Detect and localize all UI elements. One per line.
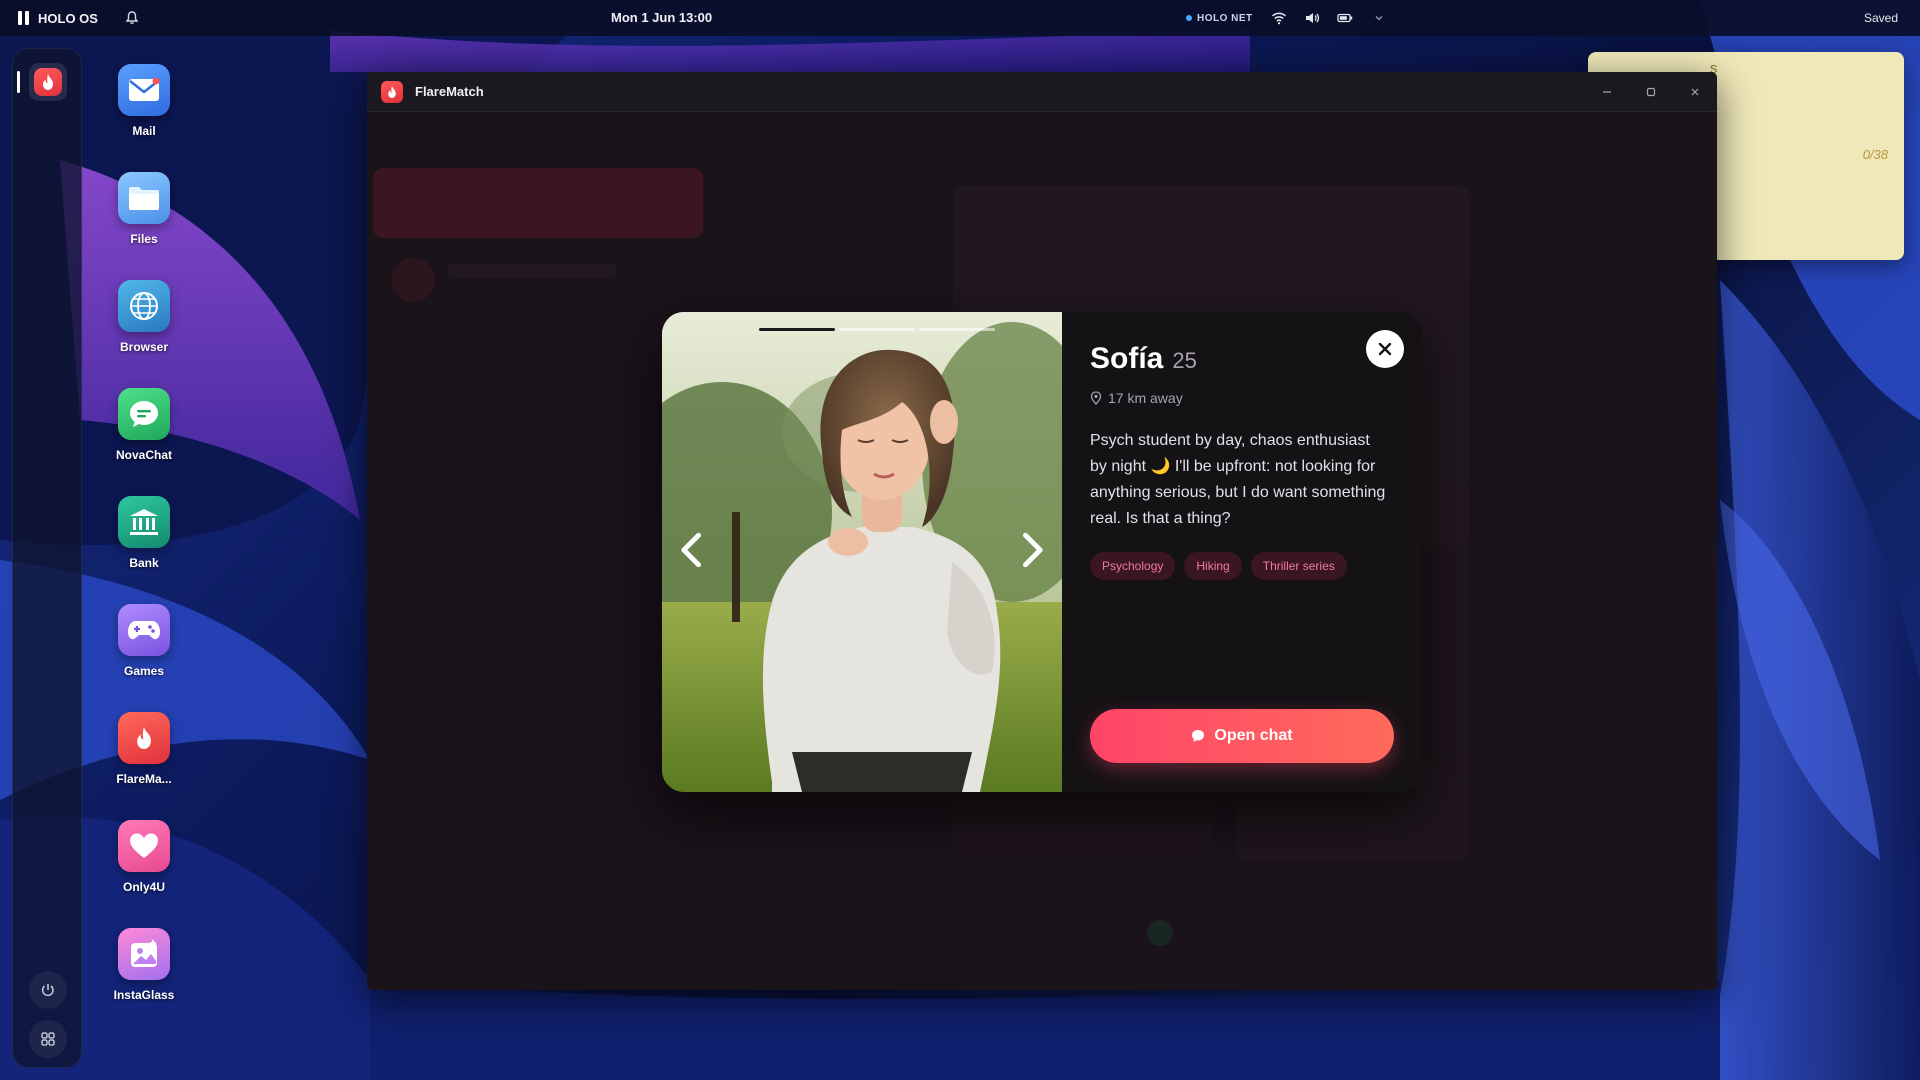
clock[interactable]: Mon 1 Jun 13:00 (611, 0, 712, 36)
power-icon (41, 984, 54, 997)
chat-bubble-icon (1192, 730, 1205, 742)
desktop-app-bank[interactable]: Bank (100, 492, 188, 570)
chevron-right-icon (1023, 532, 1043, 568)
interest-tag: Thriller series (1250, 552, 1347, 580)
minimize-icon (1603, 91, 1611, 93)
desktop-app-label: FlareMa... (116, 772, 172, 786)
grid-icon (41, 1032, 55, 1046)
os-brand[interactable]: HOLO OS (18, 0, 98, 36)
desktop-app-label: Games (123, 664, 165, 678)
next-photo-button[interactable] (1014, 532, 1050, 568)
power-button[interactable] (29, 971, 67, 1009)
maximize-icon (1646, 87, 1656, 97)
desktop-app-label: Files (130, 232, 158, 246)
close-icon (1691, 88, 1699, 96)
photo-progress-segment-2[interactable] (839, 328, 915, 331)
profile-age: 25 (1172, 348, 1197, 373)
app-grid-button[interactable] (29, 1020, 67, 1058)
window-titlebar[interactable]: FlareMatch (367, 72, 1717, 112)
profile-info: Sofía 25 17 km away Psych student by day… (1090, 312, 1400, 792)
photo-progress-segment-3[interactable] (919, 328, 995, 331)
bank-icon (118, 496, 170, 548)
photo-progress-segment-1[interactable] (759, 328, 835, 331)
dock-active-indicator (17, 71, 20, 93)
profile-distance: 17 km away (1090, 390, 1183, 406)
desktop-app-flarematch[interactable]: FlareMa... (100, 708, 188, 786)
desktop-app-label: Mail (132, 124, 156, 138)
flame-icon (43, 74, 53, 90)
chat-bubble-icon (118, 388, 170, 440)
desktop-app-files[interactable]: Files (100, 168, 188, 246)
wifi-icon[interactable] (1271, 10, 1287, 26)
location-pin-icon (1090, 391, 1102, 405)
photo-progress (759, 328, 995, 331)
profile-distance-label: 17 km away (1108, 390, 1183, 406)
sticky-note-counter: 0/38 (1862, 147, 1888, 162)
dock-item-flarematch[interactable] (29, 63, 67, 101)
volume-icon[interactable] (1304, 10, 1320, 26)
desktop-app-browser[interactable]: Browser (100, 276, 188, 354)
dock (12, 48, 82, 1068)
window-title: FlareMatch (415, 84, 484, 99)
desktop-app-label: InstaGlass (113, 988, 175, 1002)
desktop-app-only4u[interactable]: Only4U (100, 816, 188, 894)
profile-name-row: Sofía 25 (1090, 342, 1197, 376)
heart-icon (118, 820, 170, 872)
os-logo-icon (18, 11, 30, 25)
os-brand-label: HOLO OS (38, 10, 98, 26)
system-top-bar: HOLO OS Mon 1 Jun 13:00 HOLO NET Saved (0, 0, 1920, 36)
desktop-app-label: Browser (119, 340, 169, 354)
desktop-app-label: NovaChat (115, 448, 172, 462)
profile-photo[interactable] (662, 312, 1062, 792)
network-status[interactable]: HOLO NET (1186, 0, 1253, 36)
chevron-left-icon (681, 532, 701, 568)
minimize-button[interactable] (1597, 82, 1617, 102)
desktop-app-novachat[interactable]: NovaChat (100, 384, 188, 462)
battery-icon[interactable] (1337, 10, 1353, 26)
flame-icon (118, 712, 170, 764)
desktop-app-label: Bank (129, 556, 159, 570)
network-dot-icon (1186, 15, 1192, 21)
open-chat-label: Open chat (1214, 727, 1293, 744)
close-icon (1378, 342, 1392, 356)
mail-icon (118, 64, 170, 116)
flame-icon (381, 81, 403, 103)
desktop-app-label: Only4U (122, 880, 165, 894)
interest-tag: Hiking (1184, 552, 1242, 580)
gamepad-icon (118, 604, 170, 656)
save-status: Saved (1863, 11, 1898, 25)
network-label: HOLO NET (1197, 12, 1253, 24)
chevron-down-icon[interactable] (1371, 10, 1387, 26)
interest-tag: Psychology (1090, 552, 1176, 580)
profile-modal: Sofía 25 17 km away Psych student by day… (662, 312, 1422, 792)
desktop-app-games[interactable]: Games (100, 600, 188, 678)
profile-bio: Psych student by day, chaos enthusiast b… (1090, 432, 1386, 527)
profile-photo-image (662, 312, 1062, 792)
open-chat-button[interactable]: Open chat (1090, 709, 1394, 763)
photo-icon (118, 928, 170, 980)
bell-icon[interactable] (124, 10, 140, 26)
folder-icon (118, 172, 170, 224)
previous-photo-button[interactable] (674, 532, 710, 568)
close-profile-button[interactable] (1366, 330, 1404, 368)
desktop-app-mail[interactable]: Mail (100, 60, 188, 138)
desktop-app-instaglass[interactable]: InstaGlass (100, 924, 188, 1002)
profile-name: Sofía (1090, 342, 1164, 375)
profile-tags: Psychology Hiking Thriller series (1090, 552, 1347, 580)
globe-icon (118, 280, 170, 332)
maximize-button[interactable] (1641, 82, 1661, 102)
close-window-button[interactable] (1685, 82, 1705, 102)
